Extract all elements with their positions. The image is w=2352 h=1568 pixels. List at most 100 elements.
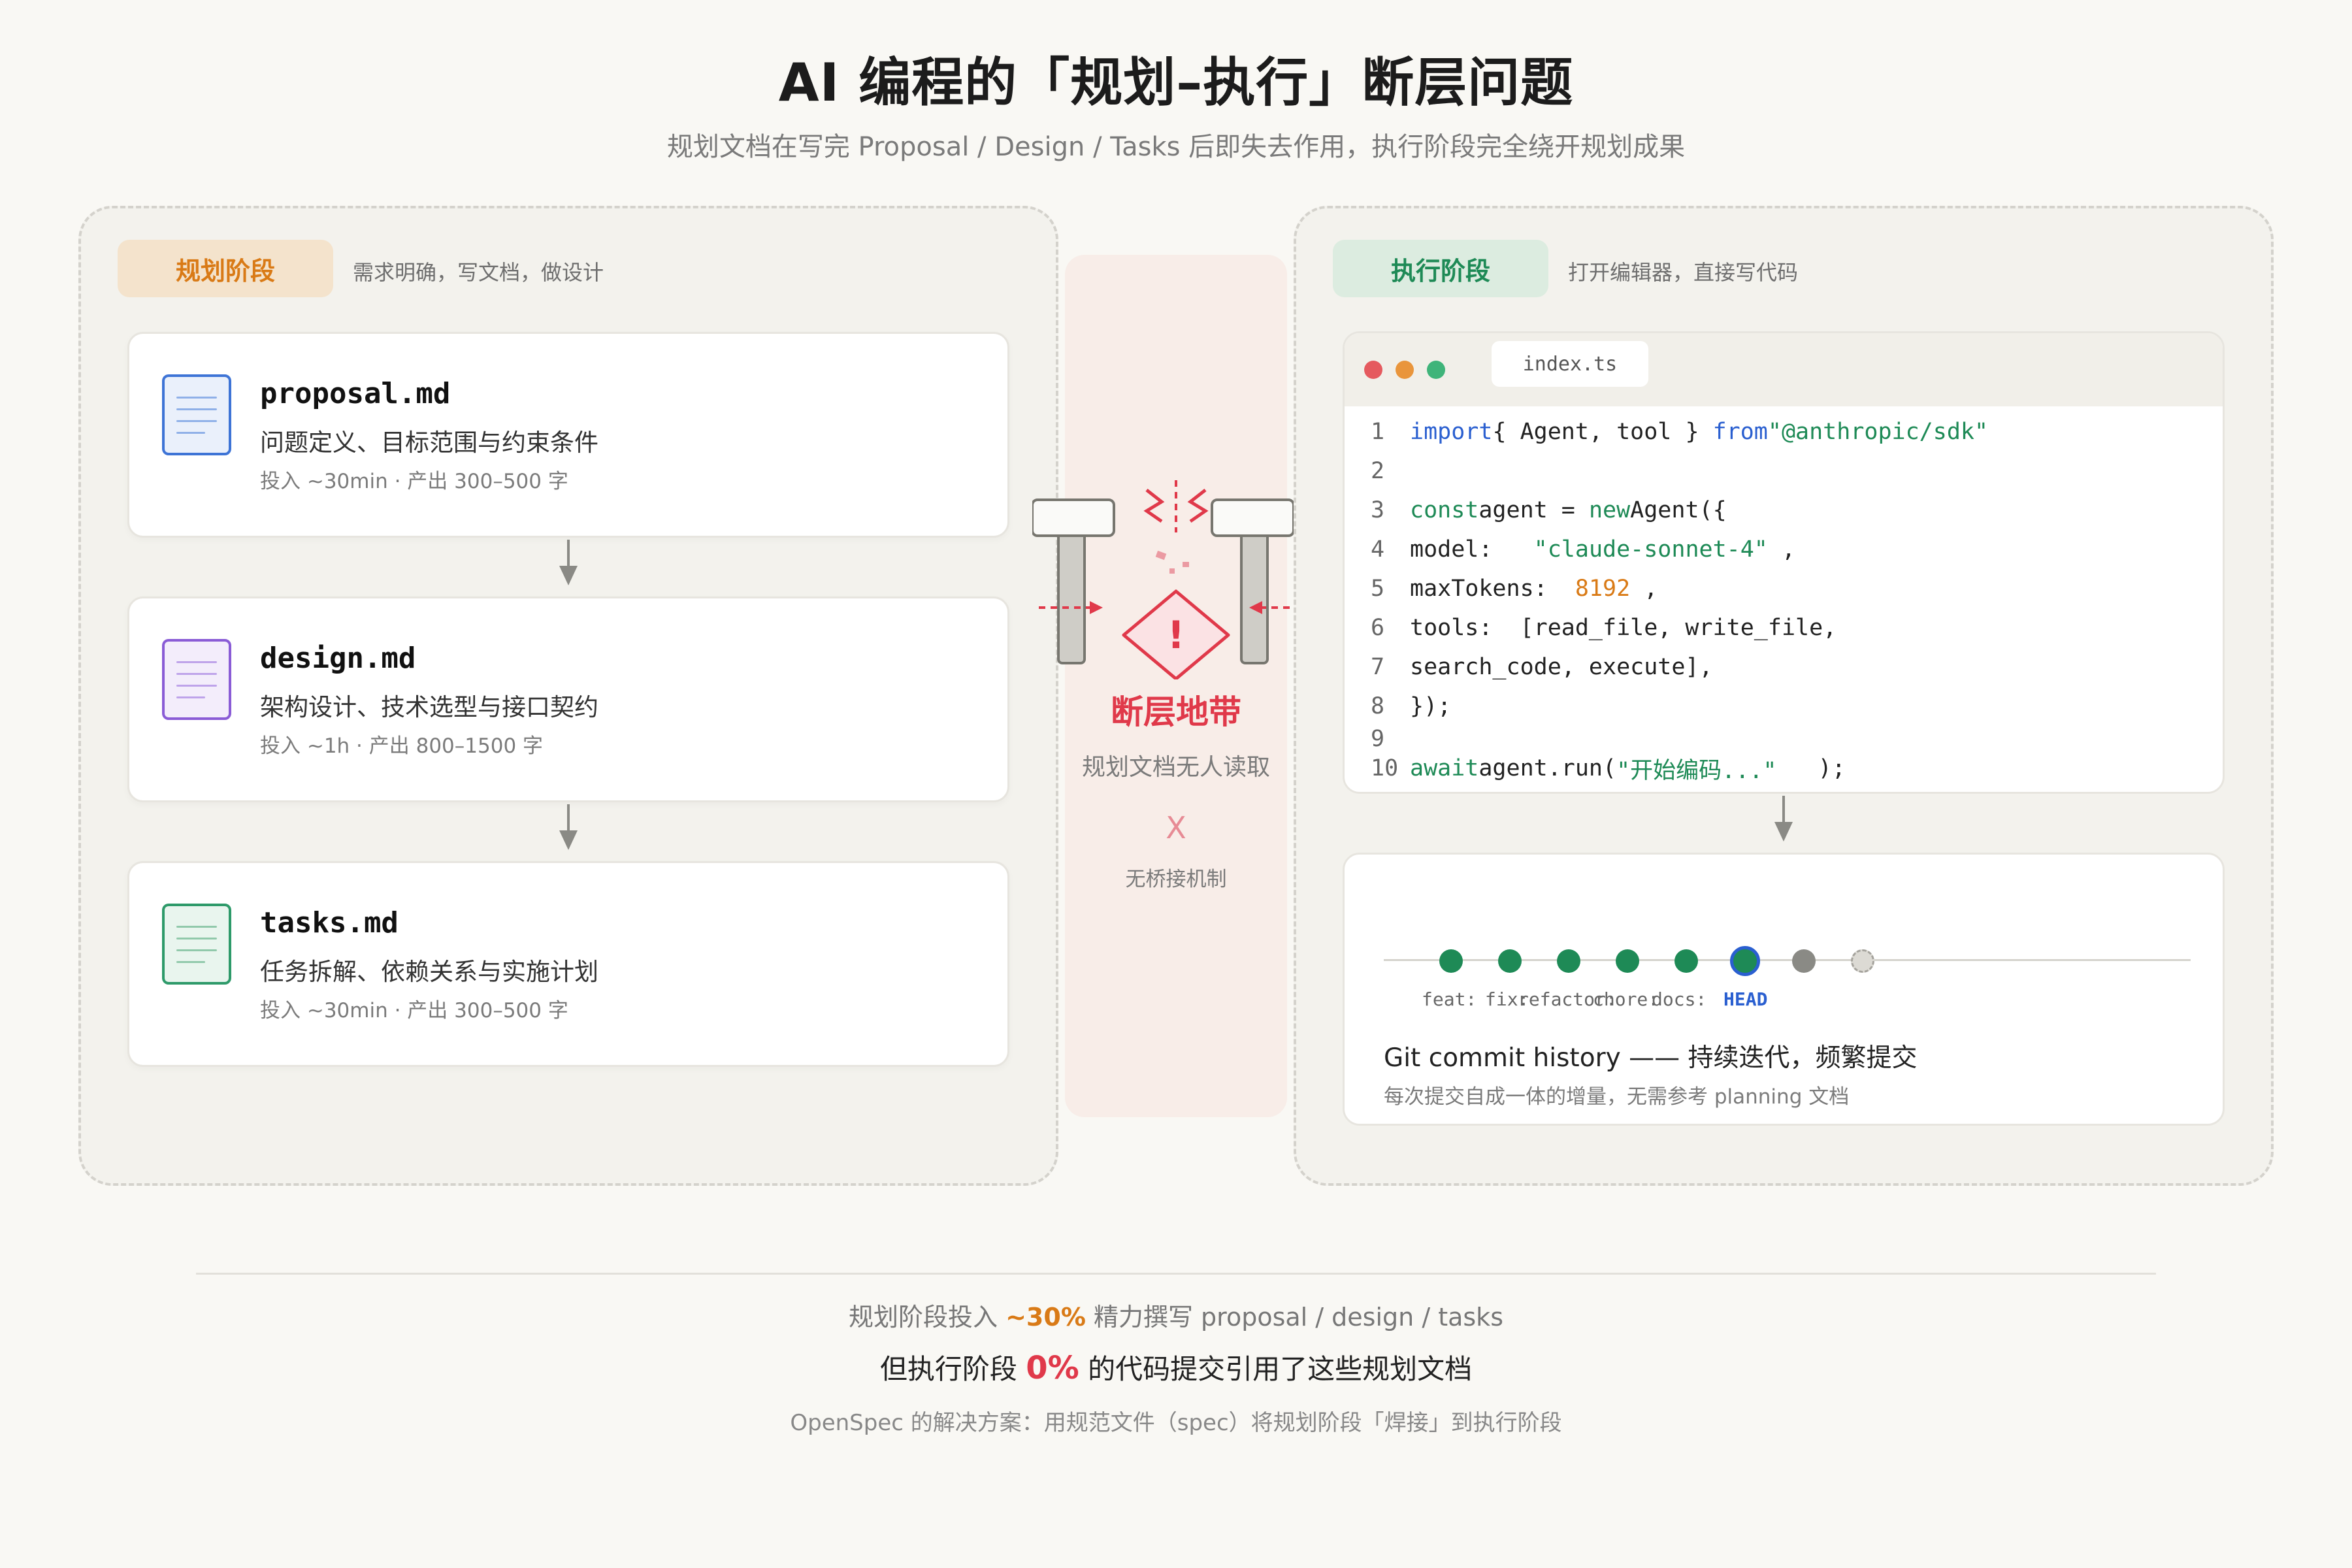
code-token: await (1410, 755, 1479, 781)
doc-meta: 投入 ~30min · 产出 300–500 字 (260, 470, 568, 493)
git-title: Git commit history —— 持续迭代，频繁提交 (1384, 1043, 1918, 1073)
maximize-dot-icon (1427, 361, 1445, 379)
code-line: 1 import{ Agent, tool } from "@anthropic/s… (1345, 412, 1988, 451)
code-line: 7 search_code, execute], (1345, 647, 1713, 687)
line-number: 4 (1371, 536, 1385, 563)
line-number: 2 (1371, 458, 1385, 484)
document-icon (162, 904, 231, 985)
git-subtitle: 每次提交自成一体的增量，无需参考 planning 文档 (1384, 1085, 1850, 1109)
warning-mark: ! (1168, 613, 1184, 657)
code-token: { Agent, tool } (1492, 419, 1713, 445)
gap-subtitle: 规划文档无人读取 (1081, 754, 1270, 781)
minimize-dot-icon (1396, 361, 1414, 379)
gap-title: 断层地带 (1111, 693, 1241, 731)
commit-node[interactable] (1792, 949, 1816, 973)
footer-divider (196, 1273, 2156, 1275)
code-line: 6 tools: [read_file, write_file, (1345, 608, 1837, 647)
code-token: agent.run( (1478, 755, 1617, 781)
footer-text: 但执行阶段 (879, 1353, 1026, 1385)
commit-label: feat: (1422, 988, 1477, 1010)
page-subtitle: 规划文档在写完 Proposal / Design / Tasks 后即失去作用… (666, 132, 1686, 162)
code-token: tools: [read_file, write_file, (1410, 615, 1837, 641)
code-token: }); (1410, 693, 1452, 719)
execution-chip: 执行阶段 (1333, 240, 1548, 297)
code-token: "claude-sonnet-4" (1533, 536, 1768, 563)
arrow-down-icon (559, 540, 578, 585)
pending-commit-node (1851, 949, 1874, 973)
doc-card-proposal: proposal.md 问题定义、目标范围与约束条件 投入 ~30min · 产… (127, 332, 1009, 538)
document-icon (162, 374, 231, 455)
line-number: 8 (1371, 693, 1385, 719)
head-label: HEAD (1723, 988, 1768, 1010)
doc-desc: 问题定义、目标范围与约束条件 (260, 429, 598, 457)
commit-node[interactable] (1674, 949, 1698, 973)
code-token: const (1410, 497, 1479, 523)
code-token: new (1588, 497, 1631, 523)
footer-line-3: OpenSpec 的解决方案：用规范文件（spec）将规划阶段「焊接」到执行阶段 (790, 1410, 1562, 1436)
footer-text: 精力撰写 proposal / design / tasks (1085, 1303, 1503, 1331)
code-line: 10 await agent.run("开始编码..." ); (1345, 749, 1846, 788)
cross-icon: X (1166, 810, 1186, 845)
editor-titlebar: index.ts (1345, 333, 2223, 406)
doc-meta: 投入 ~1h · 产出 800–1500 字 (260, 734, 544, 758)
code-token: maxTokens: (1410, 576, 1575, 602)
line-number: 10 (1371, 755, 1399, 781)
code-token: "@anthropic/sdk" (1767, 419, 1989, 445)
doc-name: design.md (260, 642, 416, 675)
code-token: search_code, execute], (1410, 654, 1713, 680)
warning-icon: ! (1122, 589, 1230, 679)
code-token: agent = (1478, 497, 1589, 523)
arrow-down-icon (1774, 796, 1793, 841)
code-token: ); (1776, 755, 1846, 781)
commit-label: chore: (1593, 988, 1659, 1010)
doc-card-tasks: tasks.md 任务拆解、依赖关系与实施计划 投入 ~30min · 产出 3… (127, 861, 1009, 1067)
commit-label: docs: (1652, 988, 1707, 1010)
line-number: 9 (1371, 726, 1385, 752)
git-history-card: feat: fix: refactor: chore: docs: HEAD G… (1343, 853, 2225, 1126)
commit-node[interactable] (1439, 949, 1463, 973)
code-token: 8192 (1575, 576, 1631, 602)
footer-line-1: 规划阶段投入 ~30% 精力撰写 proposal / design / tas… (0, 1297, 2352, 1333)
doc-name: proposal.md (260, 377, 451, 410)
code-token: , (1630, 576, 1658, 602)
code-line: 3 const agent = new Agent({ (1345, 491, 1727, 530)
planning-chip-desc: 需求明确，写文档，做设计 (353, 260, 604, 285)
code-token: Agent({ (1630, 497, 1727, 523)
document-icon (162, 639, 231, 720)
commit-node[interactable] (1498, 949, 1522, 973)
line-number: 1 (1371, 419, 1385, 445)
doc-desc: 任务拆解、依赖关系与实施计划 (260, 958, 598, 986)
editor-tab[interactable]: index.ts (1492, 341, 1648, 387)
doc-desc: 架构设计、技术选型与接口契约 (260, 693, 598, 721)
code-editor: index.ts 1 import{ Agent, tool } from "@an… (1343, 331, 2225, 794)
code-line: 9 (1345, 726, 1410, 752)
code-line: 2 (1345, 451, 1410, 491)
doc-name: tasks.md (260, 906, 399, 939)
footer-text: 的代码提交引用了这些规划文档 (1079, 1353, 1473, 1385)
close-dot-icon (1364, 361, 1382, 379)
line-number: 7 (1371, 654, 1385, 680)
footer-highlight: 0% (1026, 1350, 1079, 1386)
execution-chip-desc: 打开编辑器，直接写代码 (1568, 260, 1799, 285)
line-number: 3 (1371, 497, 1385, 523)
line-number: 5 (1371, 576, 1385, 602)
commit-node[interactable] (1557, 949, 1580, 973)
arrow-down-icon (559, 804, 578, 850)
code-line: 4 model: "claude-sonnet-4" , (1345, 530, 1795, 569)
commit-node[interactable] (1616, 949, 1639, 973)
line-number: 6 (1371, 615, 1385, 641)
code-token: model: (1410, 536, 1534, 563)
code-token: "开始编码..." (1616, 757, 1777, 784)
planning-chip: 规划阶段 (118, 240, 333, 297)
code-token: , (1767, 536, 1796, 563)
code-line: 8}); (1345, 687, 1451, 726)
doc-card-design: design.md 架构设计、技术选型与接口契约 投入 ~1h · 产出 800… (127, 596, 1009, 802)
page-title: AI 编程的「规划–执行」断层问题 (778, 52, 1574, 113)
code-token: import (1410, 419, 1493, 445)
footer-highlight: ~30% (1005, 1303, 1086, 1331)
footer-line-2: 但执行阶段 0% 的代码提交引用了这些规划文档 (0, 1347, 2352, 1387)
head-commit-node[interactable] (1730, 946, 1760, 976)
code-token: from (1712, 419, 1768, 445)
footer-text: 规划阶段投入 (849, 1303, 1006, 1331)
code-line: 5 maxTokens: 8192 , (1345, 569, 1658, 608)
